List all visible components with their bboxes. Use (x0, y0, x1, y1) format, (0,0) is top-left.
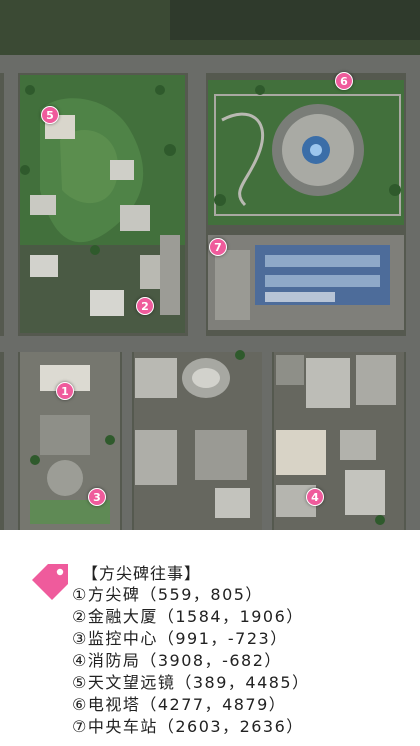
map-marker-7[interactable]: 7 (209, 238, 227, 256)
legend-title: 【方尖碑往事】 (82, 564, 202, 583)
legend-item-monitoring-center: ③监控中心（991，-723） (72, 629, 288, 648)
map-marker-5[interactable]: 5 (41, 106, 59, 124)
legend-item-central-station: ⑦中央车站（2603，2636） (72, 717, 304, 736)
legend-list: ①方尖碑（559，805） ②金融大厦（1584，1906） ③监控中心（991… (72, 584, 310, 738)
legend-item-obelisk: ①方尖碑（559，805） (72, 585, 263, 604)
price-tag-icon (32, 564, 68, 600)
legend-item-fire-station: ④消防局（3908，-682） (72, 651, 282, 670)
map-marker-1[interactable]: 1 (56, 382, 74, 400)
legend-item-observatory: ⑤天文望远镜（389，4485） (72, 673, 310, 692)
legend-panel: 【方尖碑往事】 ①方尖碑（559，805） ②金融大厦（1584，1906） ③… (0, 530, 420, 746)
map-view[interactable]: 5 6 7 2 1 3 4 (0, 0, 420, 530)
map-marker-2[interactable]: 2 (136, 297, 154, 315)
legend-item-finance-tower: ②金融大厦（1584，1906） (72, 607, 304, 626)
map-marker-3[interactable]: 3 (88, 488, 106, 506)
map-marker-4[interactable]: 4 (306, 488, 324, 506)
legend-item-tv-tower: ⑥电视塔（4277，4879） (72, 695, 287, 714)
map-terrain (0, 0, 420, 530)
map-marker-6[interactable]: 6 (335, 72, 353, 90)
